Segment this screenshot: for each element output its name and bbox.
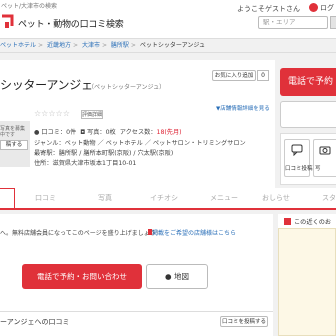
breadcrumb-item[interactable]: 膳所駅 xyxy=(111,42,129,49)
map-button[interactable]: ● 地図 xyxy=(146,264,208,289)
rating-stars: ☆☆☆☆☆ xyxy=(34,109,70,118)
shop-genre: ジャンル：ペット動物 ／ ペットホテル ／ ペットサロン・トリミングサロン xyxy=(34,140,246,147)
access-label: アクセス数： xyxy=(119,129,157,136)
review-section-title: ーアンジェへの口コミ xyxy=(0,318,70,326)
favorite-count: 0 xyxy=(257,70,269,81)
section-divider xyxy=(0,311,273,312)
review-count-icon: ● xyxy=(34,129,40,136)
nearby-panel-title: この近くのお xyxy=(294,219,332,226)
nearby-panel xyxy=(278,214,336,336)
site-subtitle: ペット/大津市の検索 xyxy=(1,3,58,10)
review-post-label: 口コミ投稿 xyxy=(285,166,313,172)
square-bullet-icon xyxy=(284,218,291,225)
map-pin-icon: ● xyxy=(165,272,172,281)
login-icon[interactable] xyxy=(309,3,318,12)
camera-icon: ◘ xyxy=(80,129,86,136)
tab-news[interactable]: おしらせ xyxy=(262,188,290,208)
breadcrumb-item[interactable]: 近畿地方 xyxy=(47,42,71,49)
shop-name-kana: （ペットシッターアンジュ） xyxy=(88,84,166,91)
site-logo-icon[interactable] xyxy=(0,14,16,30)
photo-wanted-text: 写真を募集中です xyxy=(0,126,26,138)
shop-info-detail-link[interactable]: ▼店舗情報詳細を見る xyxy=(216,104,270,112)
area-search-input[interactable]: 駅・エリア xyxy=(258,16,328,29)
shop-address: 住所：滋賀県大津市坂本1丁目10-01 xyxy=(34,160,137,167)
secondary-action-button[interactable] xyxy=(280,101,336,128)
tab-top[interactable] xyxy=(0,188,15,208)
rating-detail-button[interactable]: 評価詳細 xyxy=(81,110,103,119)
search-button[interactable] xyxy=(330,16,336,29)
breadcrumb-item[interactable]: ペットホテル xyxy=(0,42,36,49)
call-reserve-button[interactable]: 電話で予約 xyxy=(280,68,336,96)
login-link[interactable]: ログ xyxy=(320,3,334,13)
speech-bubble-icon xyxy=(291,144,303,156)
tab-photos[interactable]: 写真 xyxy=(98,188,112,208)
breadcrumb-item[interactable]: 大津市 xyxy=(82,42,100,49)
shop-name: シッターアンジェ xyxy=(0,78,93,92)
breadcrumb: ペットホテル > 近畿地方 > 大津市 > 膳所駅 > ペットシッターアンジュ xyxy=(0,38,336,53)
tab-menu[interactable]: メニュー xyxy=(210,188,238,208)
photo-post-button[interactable]: 稿する xyxy=(0,140,28,150)
camera-icon xyxy=(319,146,331,155)
review-count[interactable]: 口コミ：0件 xyxy=(41,129,76,136)
breadcrumb-current: ペットシッターアンジュ xyxy=(139,42,205,49)
shop-stats: ● 口コミ：0件 ◘ 写真：0枚 アクセス数：18(先月) xyxy=(34,127,182,136)
photo-count[interactable]: 写真：0枚 xyxy=(87,129,116,136)
photo-action-label: 写 xyxy=(315,166,321,172)
access-count: 18(先月) xyxy=(156,129,182,136)
tab-recommend[interactable]: イチオシ xyxy=(150,188,178,208)
welcome-text: ようこそゲストさん xyxy=(237,5,300,13)
map-button-label: 地図 xyxy=(173,272,189,281)
add-favorite-button[interactable]: お気に入り追加 xyxy=(212,70,256,81)
call-inquiry-button[interactable]: 電話で予約・お問い合わせ xyxy=(22,264,142,289)
owner-notice-text: へ。無料店舗会員になってこのページを盛り上げましょう！ xyxy=(0,230,162,237)
tab-staff[interactable]: スタ xyxy=(322,188,336,208)
owner-listing-link[interactable]: 掲載をご希望の店舗様はこちら xyxy=(152,228,236,237)
shop-station: 最寄駅：膳所駅 / 膳所本町駅(京阪) / 穴太駅(京阪) xyxy=(34,150,174,157)
site-title[interactable]: ペット・動物の口コミ検索 xyxy=(18,17,124,30)
review-post-link-button[interactable]: 口コミを投稿する xyxy=(220,316,268,327)
tab-reviews[interactable]: 口コミ xyxy=(35,188,56,208)
